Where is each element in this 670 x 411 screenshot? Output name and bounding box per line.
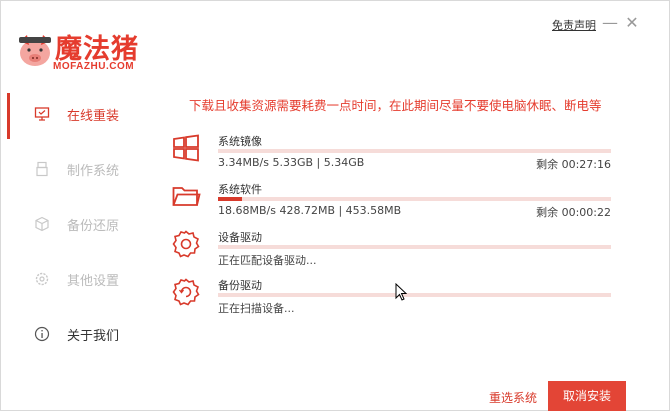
task-detail: 正在扫描设备... — [218, 302, 295, 315]
task-detail: 正在匹配设备驱动... — [218, 254, 317, 267]
backup-icon — [35, 216, 49, 232]
active-indicator — [7, 93, 10, 139]
task-detail: 18.68MB/s 428.72MB | 453.58MB — [218, 204, 402, 217]
progress-track — [218, 197, 611, 201]
progress-track — [218, 149, 611, 153]
close-button[interactable]: ✕ — [624, 15, 640, 31]
mouse-cursor-icon — [395, 283, 407, 301]
backup-gear-icon — [172, 278, 200, 306]
info-icon — [34, 326, 50, 342]
sidebar-item-label: 备份还原 — [67, 219, 120, 234]
sidebar: 在线重装 制作系统 备份还原 其他设置 关于我们 — [1, 93, 151, 344]
sidebar-item-online-reinstall[interactable]: 在线重装 — [1, 93, 151, 139]
folder-icon — [172, 187, 201, 206]
progress-fill — [218, 197, 242, 201]
pig-mascot-icon — [19, 35, 51, 66]
disclaimer-link[interactable]: 免责声明 — [552, 17, 596, 33]
app-logo: 魔法猪 MOFAZHU.COM — [15, 29, 155, 79]
task-backup-driver: 备份驱动 正在扫描设备... — [171, 277, 616, 323]
monitor-icon — [34, 107, 50, 121]
minimize-button[interactable]: — — [602, 15, 618, 31]
task-device-driver: 设备驱动 正在匹配设备驱动... — [171, 229, 616, 275]
task-system-image: 系统镜像 3.34MB/s 5.33GB | 5.34GB 剩余 00:27:1… — [171, 133, 616, 179]
task-name: 设备驱动 — [218, 231, 262, 244]
brand-url: MOFAZHU.COM — [53, 61, 135, 72]
sidebar-item-backup-restore[interactable]: 备份还原 — [1, 203, 151, 243]
sidebar-item-other-settings[interactable]: 其他设置 — [1, 258, 151, 298]
windows-icon — [173, 134, 199, 162]
sidebar-item-label: 制作系统 — [67, 164, 120, 179]
cancel-install-button[interactable]: 取消安装 — [548, 381, 626, 411]
sidebar-item-label: 关于我们 — [67, 329, 120, 344]
reselect-system-button[interactable]: 重选系统 — [489, 389, 537, 406]
progress-track — [218, 245, 611, 249]
task-name: 备份驱动 — [218, 279, 262, 292]
sidebar-item-label: 其他设置 — [67, 274, 120, 289]
task-remaining: 剩余 00:27:16 — [536, 158, 611, 171]
gear-icon — [35, 272, 49, 286]
task-name: 系统软件 — [218, 183, 262, 196]
sidebar-item-about-us[interactable]: 关于我们 — [1, 313, 151, 353]
download-notice: 下载且收集资源需要耗费一点时间，在此期间尽量不要使电脑休眠、断电等 — [189, 98, 602, 113]
sidebar-item-label: 在线重装 — [67, 109, 120, 124]
installer-window: 魔法猪 MOFAZHU.COM 免责声明 — ✕ 在线重装 制作系统 备份还原 … — [0, 0, 670, 411]
driver-gear-icon — [172, 230, 200, 258]
task-name: 系统镜像 — [218, 135, 262, 148]
task-detail: 3.34MB/s 5.33GB | 5.34GB — [218, 156, 365, 169]
task-remaining: 剩余 00:00:22 — [536, 206, 611, 219]
sidebar-item-make-system[interactable]: 制作系统 — [1, 148, 151, 188]
task-system-software: 系统软件 18.68MB/s 428.72MB | 453.58MB 剩余 00… — [171, 181, 616, 227]
progress-track — [218, 293, 611, 297]
usb-icon — [36, 161, 48, 177]
